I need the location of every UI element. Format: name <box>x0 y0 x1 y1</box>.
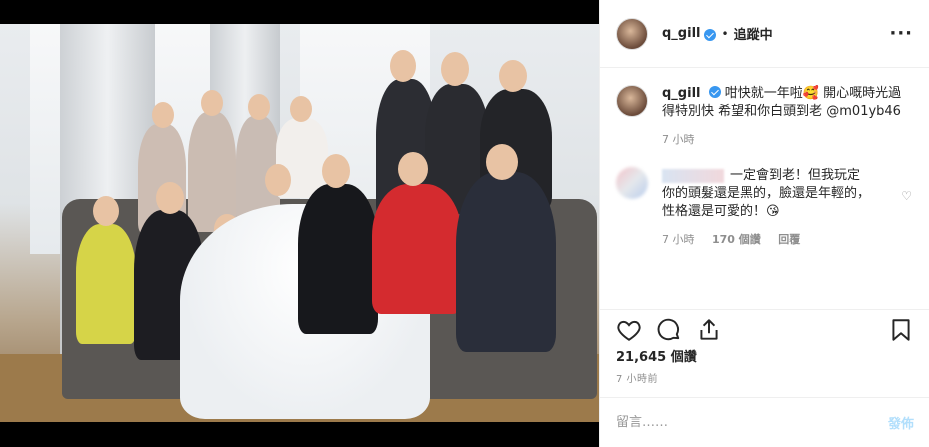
heart-icon[interactable] <box>616 317 642 343</box>
mother-red <box>372 184 462 314</box>
guest-yellow-dress <box>76 224 136 344</box>
like-count[interactable]: 21,645 個讚 <box>616 346 697 365</box>
post-photo[interactable] <box>0 0 599 447</box>
comment-time[interactable]: 7 小時 <box>662 233 695 246</box>
person-head <box>156 182 184 214</box>
comment-meta: 7 小時 170 個讚 回覆 <box>662 231 872 249</box>
comments-section: q_gill 咁快就一年啦🥰 開心嘅時光過得特別快 希望和你白頭到老 @m01y… <box>600 69 929 309</box>
comment-likes[interactable]: 170 個讚 <box>712 233 761 246</box>
caption-time[interactable]: 7 小時 <box>662 131 914 149</box>
verified-badge-icon <box>708 86 721 98</box>
add-comment-bar: 發佈 <box>600 397 929 447</box>
person-head <box>486 144 518 180</box>
groom-head <box>322 154 350 188</box>
comment-input[interactable] <box>616 415 888 430</box>
share-icon[interactable] <box>696 317 722 343</box>
person-head <box>499 60 527 92</box>
verified-badge-icon <box>704 28 717 41</box>
person-head <box>390 50 416 82</box>
author-username[interactable]: q_gill <box>662 26 700 41</box>
commenter-name-blurred[interactable] <box>662 168 724 183</box>
comment-like-heart-icon[interactable]: ♡ <box>901 189 912 203</box>
caption-username[interactable]: q_gill <box>662 86 700 101</box>
bookmark-icon[interactable] <box>888 317 914 343</box>
post-comment-button[interactable]: 發佈 <box>888 413 914 432</box>
author-avatar[interactable] <box>616 85 648 117</box>
groom-tux <box>298 184 378 334</box>
separator-dot: • <box>721 26 729 41</box>
comment-item: 一定會到老！但我玩定你的頭髮還是黑的，臉還是年輕的，性格還是可愛的！😘 7 小時… <box>616 167 914 249</box>
more-options-icon[interactable]: ··· <box>889 23 913 44</box>
following-button[interactable]: 追蹤中 <box>734 24 773 43</box>
person-head <box>201 90 223 116</box>
reply-button[interactable]: 回覆 <box>778 233 800 246</box>
father-navy-suit <box>456 172 556 352</box>
comment-body: 一定會到老！但我玩定你的頭髮還是黑的，臉還是年輕的，性格還是可愛的！😘 7 小時… <box>662 167 872 249</box>
post-header: q_gill • 追蹤中 ··· <box>600 0 929 68</box>
bride-head <box>265 164 291 196</box>
person-head <box>290 96 312 122</box>
person-head <box>93 196 119 226</box>
person-head <box>441 52 469 86</box>
action-bar <box>600 309 929 349</box>
post-timestamp[interactable]: 7 小時前 <box>616 370 658 385</box>
caption: q_gill 咁快就一年啦🥰 開心嘅時光過得特別快 希望和你白頭到老 @m01y… <box>616 85 914 149</box>
person-head <box>398 152 428 186</box>
author-avatar[interactable] <box>616 17 648 50</box>
person-head <box>248 94 270 120</box>
person-head <box>152 102 174 128</box>
post-side-panel: q_gill • 追蹤中 ··· q_gill 咁快就一年啦🥰 開心嘅時光過得特… <box>599 0 929 447</box>
commenter-avatar-blurred[interactable] <box>616 167 648 199</box>
comment-icon[interactable] <box>656 317 682 343</box>
caption-body: q_gill 咁快就一年啦🥰 開心嘅時光過得特別快 希望和你白頭到老 @m01y… <box>662 85 914 149</box>
wedding-photo-scene <box>0 24 599 422</box>
